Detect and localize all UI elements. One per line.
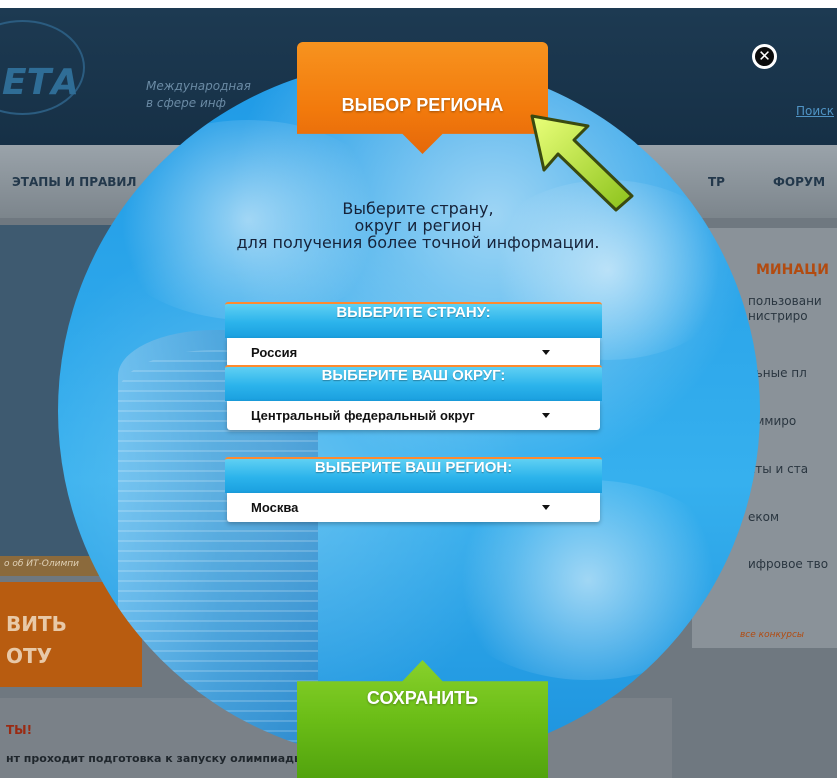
region-select-value: Москва [251, 500, 299, 515]
region-select-label: ВЫБЕРИТЕ ВАШ РЕГИОН: [225, 457, 602, 493]
nomination-item-1-line-2: нистриро [748, 309, 808, 323]
chevron-down-icon [542, 505, 550, 510]
district-select-label: ВЫБЕРИТЕ ВАШ ОКРУГ: [225, 365, 602, 401]
nomination-item-6[interactable]: ифровое тво [748, 557, 828, 572]
nomination-item-1[interactable]: пользовани нистриро [748, 294, 822, 324]
search-link[interactable]: Поиск [796, 104, 834, 118]
close-icon: ✕ [758, 47, 771, 65]
country-select-value: Россия [251, 345, 298, 360]
nomination-item-1-line-1: пользовани [748, 294, 822, 308]
instructions-line-3: для получения более точной информации. [236, 233, 600, 252]
country-select[interactable]: Россия [227, 338, 600, 367]
nomination-item-4[interactable]: кты и ста [748, 462, 808, 477]
region-select-group: ВЫБЕРИТЕ ВАШ РЕГИОН: Москва [225, 457, 602, 522]
register-work-label: ВИТЬ ОТУ [6, 608, 67, 672]
register-work-line-1: ВИТЬ [6, 612, 67, 636]
pointer-arrow-icon [530, 114, 634, 212]
close-button[interactable]: ✕ [752, 44, 777, 69]
chevron-down-icon [542, 413, 550, 418]
nav-item-forum[interactable]: ФОРУМ [773, 175, 825, 189]
district-select-group: ВЫБЕРИТЕ ВАШ ОКРУГ: Центральный федераль… [225, 365, 602, 430]
country-select-group: ВЫБЕРИТЕ СТРАНУ: Россия [225, 302, 602, 367]
chevron-down-icon [542, 350, 550, 355]
district-select-value: Центральный федеральный округ [251, 408, 475, 423]
all-contests-link[interactable]: все конкурсы [740, 630, 804, 640]
country-select-label: ВЫБЕРИТЕ СТРАНУ: [225, 302, 602, 338]
district-select[interactable]: Центральный федеральный округ [227, 401, 600, 430]
instructions-line-2: округ и регион [354, 216, 482, 235]
nominations-heading: МИНАЦИ [756, 262, 829, 278]
save-button-label: СОХРАНИТЬ [366, 688, 479, 708]
region-select[interactable]: Москва [227, 493, 600, 522]
left-info-strip-text[interactable]: о об ИТ-Олимпи [4, 559, 79, 569]
modal-title: ВЫБОР РЕГИОНА [341, 95, 504, 115]
modal-instructions: Выберите страну, округ и регион для полу… [188, 200, 648, 251]
nav-item-center[interactable]: ТР [708, 175, 725, 189]
register-work-line-2: ОТУ [6, 644, 53, 668]
news-title: ТЫ! [6, 723, 33, 737]
nomination-item-5[interactable]: еком [748, 510, 779, 525]
site-logo: ЕТА [2, 62, 80, 103]
instructions-line-1: Выберите страну, [342, 199, 494, 218]
